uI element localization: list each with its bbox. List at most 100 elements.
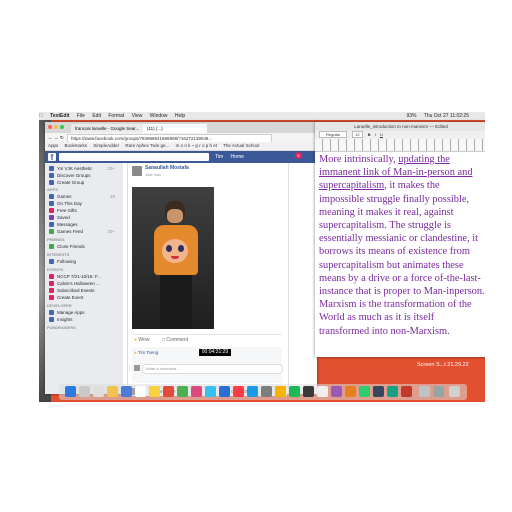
menu-textedit[interactable]: TextEdit (50, 113, 69, 119)
facetime-icon[interactable] (219, 386, 230, 397)
system-preferences-icon[interactable] (261, 386, 272, 397)
textedit-icon[interactable] (317, 386, 328, 397)
itunes-icon[interactable] (233, 386, 244, 397)
bookmark-icon (49, 215, 54, 221)
sidebar-item-messages[interactable]: Messages (49, 221, 119, 228)
sidebar-item-subscribed-events[interactable]: Subscribed Events (49, 287, 119, 294)
sidebar-item-insights[interactable]: Insights (49, 316, 119, 323)
tab-google-search[interactable]: francois laruelle - Google Sear... (71, 124, 145, 133)
notification-badge[interactable]: 5 (295, 152, 302, 159)
body-text-start: More intrinsically, (319, 154, 399, 165)
menu-view[interactable]: View (132, 113, 143, 119)
wow-button[interactable]: ● Wow (134, 337, 149, 343)
event-icon (49, 281, 54, 287)
sidebar-item-event-2[interactable]: Calvin's Halloween ... (49, 280, 119, 287)
apple-icon[interactable]:  (39, 113, 43, 119)
textedit-ruler[interactable] (315, 139, 485, 152)
underline-button[interactable]: U (380, 132, 383, 137)
games-feed-icon (49, 229, 54, 235)
sidebar-item-free-gifts[interactable]: Free Gifts (49, 207, 119, 214)
browser-tab-bar: francois laruelle - Google Sear... (11) … (45, 122, 317, 133)
documents-stack-icon[interactable] (433, 386, 444, 397)
sidebar-item-discover-groups[interactable]: Discover Groups (49, 172, 119, 179)
menu-edit[interactable]: Edit (92, 113, 101, 119)
menu-file[interactable]: File (77, 113, 85, 119)
sidebar-item-event-1[interactable]: NCCP 7/21-10/16: F... (49, 273, 119, 280)
facebook-logo[interactable]: f (48, 153, 56, 162)
bookmark-aphex[interactable]: Rare Aphex Twin ge... (125, 143, 169, 148)
reaction-name[interactable]: ● Tim Tseng (134, 350, 158, 355)
insights-icon (49, 317, 54, 323)
app-icon[interactable] (359, 386, 370, 397)
desktop-file-label[interactable]: Screen S...t 21.29.22 (417, 362, 469, 368)
app-icon[interactable] (331, 386, 342, 397)
post-photo[interactable] (132, 187, 214, 329)
sidebar-item-games-feed[interactable]: Games Feed 20+ (49, 228, 119, 235)
app-icon[interactable] (401, 386, 412, 397)
nav-home[interactable]: Home (231, 154, 244, 160)
spotify-icon[interactable] (289, 386, 300, 397)
minimize-window-icon[interactable] (54, 125, 58, 129)
bold-button[interactable]: B (368, 132, 371, 137)
bookmark-apps[interactable]: Apps (48, 143, 58, 148)
forward-icon[interactable]: → (54, 133, 59, 142)
bookmark-actual-school[interactable]: The Actual School (223, 143, 259, 148)
reload-icon[interactable]: ↻ (60, 133, 64, 142)
sidebar-item-following[interactable]: Following (49, 258, 119, 265)
maps-icon[interactable] (177, 386, 188, 397)
font-style-select[interactable]: Regular (319, 131, 348, 138)
italic-button[interactable]: I (375, 132, 376, 137)
trash-icon[interactable] (449, 386, 460, 397)
messages-icon[interactable] (205, 386, 216, 397)
menubar-status: 93% Thu Oct 27 11:02:25 (406, 112, 475, 120)
post-author[interactable]: Sanaullah Mostafa (145, 165, 189, 171)
app-icon[interactable] (373, 386, 384, 397)
battery-level[interactable]: 93% (406, 113, 416, 119)
sidebar-item-manage-apps[interactable]: Manage Apps (49, 309, 119, 316)
zoom-window-icon[interactable] (60, 125, 64, 129)
mail-icon[interactable] (107, 386, 118, 397)
tab-facebook[interactable]: (11) (...) (143, 124, 207, 133)
sidebar-item-close-friends[interactable]: Close Friends (49, 243, 119, 250)
notes-icon[interactable] (149, 386, 160, 397)
avatar[interactable] (132, 166, 142, 176)
nav-user[interactable]: Tim (215, 154, 223, 160)
downloads-stack-icon[interactable] (419, 386, 430, 397)
bookmark-monk[interactable]: m o n k ~ p r o p h et (176, 143, 217, 148)
comment-input[interactable]: Write a comment... (142, 364, 283, 374)
photos-icon[interactable] (191, 386, 202, 397)
app-icon[interactable] (345, 386, 356, 397)
safari-icon[interactable] (93, 386, 104, 397)
calendar-icon[interactable] (135, 386, 146, 397)
app-icon[interactable] (387, 386, 398, 397)
menu-window[interactable]: Window (150, 113, 168, 119)
facebook-search-input[interactable] (59, 153, 209, 161)
reminders-icon[interactable] (163, 386, 174, 397)
launchpad-icon[interactable] (79, 386, 90, 397)
gift-icon (49, 208, 54, 214)
bookmark-simpleadder[interactable]: SimpleAdder (93, 143, 119, 148)
sidebar-item-group[interactable]: Yo! VJK Aesthetic 20+ (49, 165, 119, 172)
chrome-icon[interactable] (275, 386, 286, 397)
comment-button[interactable]: □ Comment (162, 337, 188, 343)
browser-window: francois laruelle - Google Sear... (11) … (45, 122, 317, 396)
clock[interactable]: Thu Oct 27 11:02:25 (424, 113, 469, 119)
back-icon[interactable]: ← (48, 133, 53, 142)
menu-help[interactable]: Help (175, 113, 185, 119)
sidebar-item-games[interactable]: Games 10 (49, 193, 119, 200)
font-size-select[interactable]: 12 (352, 131, 363, 138)
menu-format[interactable]: Format (108, 113, 124, 119)
divider (132, 334, 282, 335)
textedit-title[interactable]: Laruelle_introduction to non-marxism — E… (315, 122, 485, 131)
sidebar-item-saved[interactable]: Saved (49, 214, 119, 221)
app-store-icon[interactable] (247, 386, 258, 397)
textedit-document[interactable]: More intrinsically, updating the immanen… (319, 153, 485, 353)
bookmark-bookmarks[interactable]: Bookmarks (65, 143, 88, 148)
terminal-icon[interactable] (303, 386, 314, 397)
sidebar-item-create-event[interactable]: Create Event (49, 294, 119, 301)
finder-icon[interactable] (65, 386, 76, 397)
close-window-icon[interactable] (48, 125, 52, 129)
sidebar-item-on-this-day[interactable]: On This Day (49, 200, 119, 207)
sidebar-item-create-group[interactable]: Create Group (49, 179, 119, 186)
contacts-icon[interactable] (121, 386, 132, 397)
